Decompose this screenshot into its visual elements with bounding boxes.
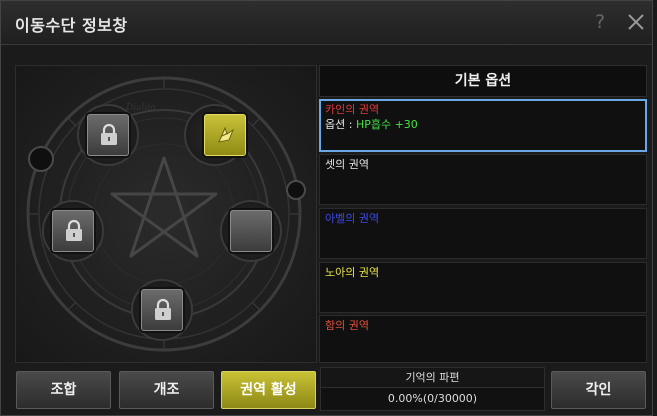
- realm-seth[interactable]: 셋의 권역: [319, 154, 647, 205]
- diablo-watermark: Diablo: [125, 103, 156, 113]
- side-ring-right: [286, 180, 306, 200]
- realm-name: 함의 권역: [325, 319, 369, 332]
- lock-icon: [155, 298, 171, 320]
- realm-option-value: HP흡수 +30: [355, 118, 418, 131]
- slot-top-right-active[interactable]: [204, 114, 246, 156]
- sigil-panel: Diablo: [15, 65, 317, 363]
- memory-fragment-title: 기억의 파편: [321, 368, 544, 388]
- vehicle-info-window: 이동수단 정보창 ? Diablo 기본 옵션 카인의 권역 옵션: HP흡수…: [0, 0, 653, 416]
- realm-cain[interactable]: 카인의 권역 옵션 : HP흡수 +30: [319, 99, 647, 152]
- realm-option-label: 옵션 :: [325, 118, 356, 131]
- realm-name: 노아의 권역: [325, 266, 380, 279]
- help-icon[interactable]: ?: [595, 11, 605, 33]
- slot-top-left-locked[interactable]: [87, 114, 129, 156]
- memory-fragment-panel: 기억의 파편 0.00%(0/30000): [320, 367, 545, 411]
- realm-name: 아벨의 권역: [325, 212, 380, 225]
- title-bar: 이동수단 정보창 ?: [1, 1, 652, 45]
- slot-right-empty[interactable]: [230, 210, 272, 252]
- lock-icon: [66, 219, 82, 241]
- realm-ham[interactable]: 함의 권역: [319, 315, 647, 363]
- side-ring-left: [28, 146, 54, 172]
- engrave-button[interactable]: 각인: [551, 371, 646, 409]
- options-header: 기본 옵션: [319, 65, 647, 97]
- realm-noah[interactable]: 노아의 권역: [319, 262, 647, 313]
- realm-abel[interactable]: 아벨의 권역: [319, 208, 647, 259]
- lock-icon: [101, 123, 117, 145]
- activate-realm-button[interactable]: 권역 활성: [221, 371, 316, 409]
- combine-button[interactable]: 조합: [16, 371, 111, 409]
- modify-button[interactable]: 개조: [119, 371, 214, 409]
- close-icon[interactable]: [625, 5, 649, 39]
- slot-bottom-locked[interactable]: [141, 289, 183, 331]
- window-title: 이동수단 정보창: [15, 16, 128, 35]
- rune-icon: [218, 126, 235, 143]
- realm-name: 카인의 권역: [325, 103, 380, 116]
- realm-option: 옵션 : HP흡수 +30: [325, 117, 641, 133]
- slot-left-locked[interactable]: [52, 210, 94, 252]
- realm-name: 셋의 권역: [325, 158, 369, 171]
- memory-fragment-value: 0.00%(0/30000): [387, 392, 478, 405]
